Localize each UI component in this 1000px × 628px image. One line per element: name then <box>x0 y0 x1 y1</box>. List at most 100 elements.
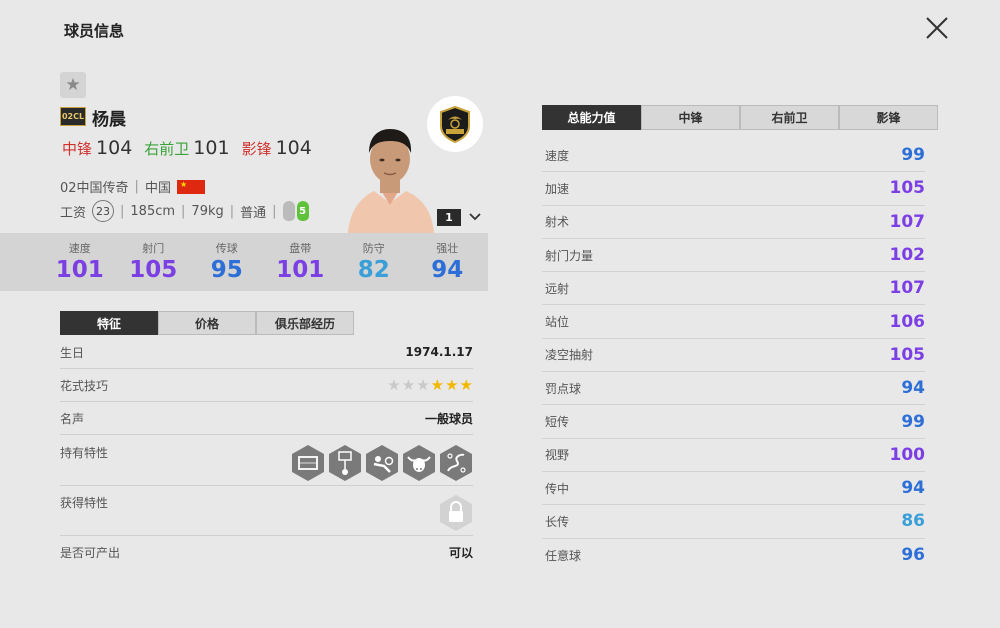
tab-traits[interactable]: 特征 <box>60 311 158 335</box>
level-selector[interactable]: 1 <box>437 209 461 226</box>
attribute-row: 传中 94 <box>542 472 925 506</box>
attribute-name: 速度 <box>545 148 570 163</box>
attribute-row: 射术 107 <box>542 206 925 239</box>
attribute-value: 107 <box>889 211 926 232</box>
divider: | <box>120 203 125 219</box>
detail-tabs: 特征 价格 俱乐部经历 <box>60 311 354 335</box>
chevron-down-icon[interactable] <box>466 208 484 226</box>
attribute-name: 远射 <box>545 281 570 296</box>
attribute-name: 传中 <box>545 481 570 496</box>
attribute-row: 短传 99 <box>542 405 925 439</box>
position-name: 右前卫 <box>144 140 190 158</box>
main-stat-value: 82 <box>357 257 390 283</box>
main-stat: 强壮 94 <box>411 233 485 291</box>
position-rating: 中锋 104 <box>62 137 132 159</box>
main-stats-bar: 速度 101 射门 105 传球 95 盘带 101 防守 82 强壮 94 <box>0 233 488 291</box>
attribute-name: 加速 <box>545 181 570 196</box>
attribute-value: 94 <box>901 478 925 499</box>
close-icon[interactable] <box>922 13 952 43</box>
star-icon: ★ <box>459 375 473 394</box>
attribute-value: 86 <box>901 511 925 532</box>
tab-club-history[interactable]: 俱乐部经历 <box>256 311 354 335</box>
trait-penalty-icon[interactable] <box>328 444 362 482</box>
position-value: 101 <box>193 137 230 159</box>
attribute-name: 长传 <box>545 514 570 529</box>
trait-dribble-path-icon[interactable] <box>439 444 473 482</box>
player-physical: 工资 23 | 185cm | 79kg | 普通 | 5 <box>60 200 309 222</box>
attribute-value: 105 <box>889 344 926 365</box>
main-stat-value: 101 <box>276 257 325 283</box>
divider: | <box>229 203 235 219</box>
detail-list: 生日 1974.1.17 花式技巧 ★ ★ ★ ★ ★ ★ 名声 一般球员 持有特性 <box>60 336 473 569</box>
main-stat: 传球 95 <box>190 233 264 291</box>
tab-st[interactable]: 中锋 <box>641 105 740 130</box>
traits-row: 持有特性 <box>60 435 473 486</box>
attribute-row: 任意球 96 <box>542 539 925 572</box>
wage-label: 工资 <box>60 205 87 221</box>
attribute-row: 长传 86 <box>542 505 925 539</box>
wage-value: 23 <box>92 200 115 222</box>
attribute-row: 加速 105 <box>542 172 926 206</box>
main-stat: 盘带 101 <box>264 233 338 291</box>
main-stat-label: 盘带 <box>289 242 312 255</box>
traits-label: 持有特性 <box>60 446 109 460</box>
birthday-label: 生日 <box>60 345 85 360</box>
skill-moves-label: 花式技巧 <box>60 378 109 393</box>
birthday-row: 生日 1974.1.17 <box>60 336 473 369</box>
attribute-value: 107 <box>889 278 926 299</box>
attribute-value: 96 <box>901 545 925 566</box>
attribute-row: 速度 99 <box>542 139 925 173</box>
tab-cf[interactable]: 影锋 <box>839 105 938 130</box>
producible-row: 是否可产出 可以 <box>60 536 473 569</box>
attribute-value: 105 <box>889 178 926 199</box>
china-flag-icon <box>176 179 205 194</box>
producible-label: 是否可产出 <box>60 546 121 560</box>
main-stat: 速度 101 <box>43 233 117 291</box>
favorite-star-icon[interactable]: ★ <box>60 72 86 98</box>
star-icon: ★ <box>445 375 459 394</box>
right-foot-icon: 5 <box>296 201 309 221</box>
position-value: 104 <box>96 137 133 159</box>
tab-overall[interactable]: 总能力值 <box>542 105 641 130</box>
attribute-value: 94 <box>901 378 925 399</box>
attribute-name: 任意球 <box>545 548 582 563</box>
skill-stars: ★ ★ ★ ★ ★ ★ <box>387 375 473 394</box>
skill-moves-row: 花式技巧 ★ ★ ★ ★ ★ ★ <box>60 369 473 402</box>
attribute-name: 射术 <box>545 215 570 230</box>
star-icon: ★ <box>401 375 416 394</box>
position-value: 104 <box>275 137 312 159</box>
attribute-row: 凌空抽射 105 <box>542 339 926 373</box>
height: 185cm <box>130 203 176 219</box>
trait-goal-icon[interactable] <box>291 444 325 482</box>
attribute-row: 远射 107 <box>542 272 926 306</box>
weak-foot-icon: 5 <box>282 201 309 221</box>
ability-tabs: 总能力值 中锋 右前卫 影锋 <box>542 105 938 130</box>
attribute-row: 罚点球 94 <box>542 372 925 406</box>
player-name: 杨晨 <box>92 110 126 130</box>
birthday-value: 1974.1.17 <box>405 345 473 359</box>
attribute-list: 速度 99 加速 105 射术 107 射门力量 102 远射 107 站位 106 凌空抽射 105 罚点… <box>542 139 925 572</box>
attribute-name: 视野 <box>545 448 570 463</box>
trait-icons <box>291 444 473 482</box>
main-stat-value: 105 <box>129 257 178 283</box>
reputation-row: 名声 一般球员 <box>60 402 473 435</box>
main-stat-value: 101 <box>55 257 104 283</box>
page-title: 球员信息 <box>64 22 125 40</box>
main-stat-label: 防守 <box>362 242 385 255</box>
attribute-value: 100 <box>889 444 926 465</box>
trait-bull-icon[interactable] <box>402 444 436 482</box>
star-icon: ★ <box>430 375 445 394</box>
body-type: 普通 <box>240 205 267 221</box>
player-portrait <box>348 129 434 233</box>
left-foot-icon <box>282 201 295 221</box>
position-rating: 右前卫 101 <box>144 137 229 159</box>
tab-rm[interactable]: 右前卫 <box>740 105 839 130</box>
tab-price[interactable]: 价格 <box>158 311 256 335</box>
season-badge: 02CL <box>60 107 86 126</box>
attribute-row: 射门力量 102 <box>542 239 925 273</box>
trait-tackle-icon[interactable] <box>365 444 399 482</box>
attribute-row: 站位 106 <box>542 305 925 339</box>
lock-icon <box>440 495 472 531</box>
main-stat-label: 射门 <box>142 242 165 255</box>
main-stat-value: 94 <box>431 257 464 283</box>
